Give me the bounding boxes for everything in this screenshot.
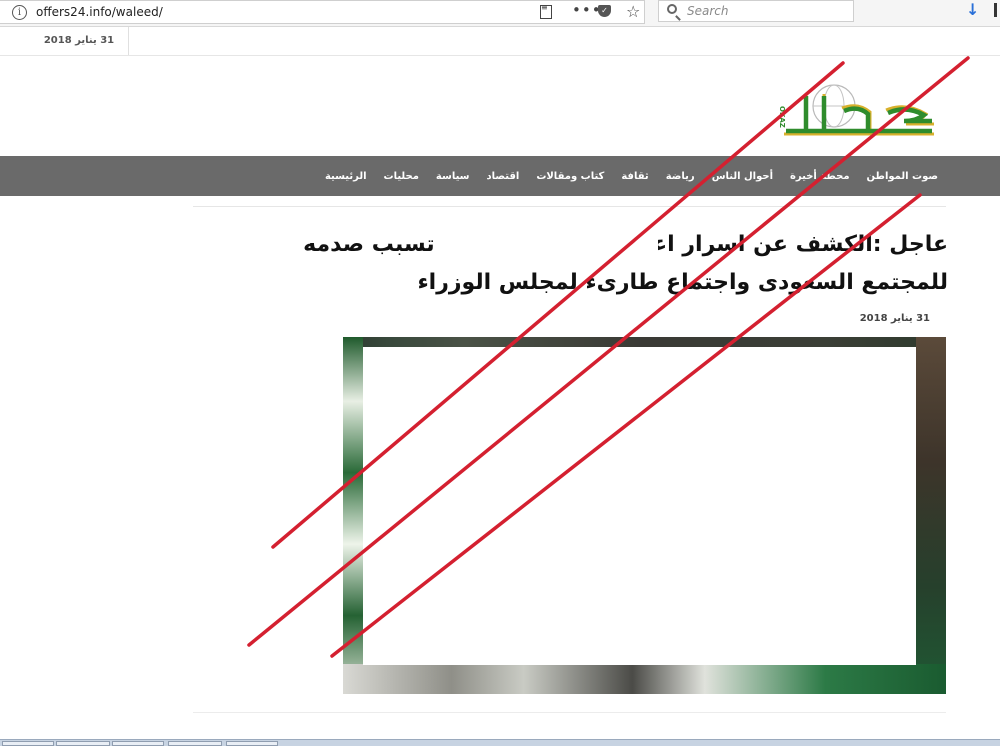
nav-item-people[interactable]: أحوال الناس [712,171,773,182]
nav-item-politics[interactable]: سياسة [436,171,470,182]
pocket-icon[interactable]: ✓ [598,5,611,17]
nav-item-last-stop[interactable]: محطة أخيرة [790,171,850,182]
taskbar-button[interactable] [112,741,164,746]
info-icon[interactable]: i [12,5,27,20]
okaz-logo-graphic: OKAZ [778,84,934,136]
url-text[interactable]: offers24.info/waleed/ [36,5,163,19]
divider [193,206,946,207]
logo-okaz-text: OKAZ [778,106,786,128]
taskbar-button[interactable] [226,741,278,746]
top-strip: 31 يناير 2018 [0,27,1000,56]
taskbar-button[interactable] [56,741,110,746]
divider [193,712,946,713]
nav-item-home[interactable]: الرئيسية [325,171,367,182]
reader-view-icon[interactable]: ≡ [540,4,552,19]
taskbar-button[interactable] [2,741,54,746]
site-logo[interactable]: OKAZ [776,84,942,142]
image-right-edge [916,337,946,694]
headline-redaction [520,228,658,260]
taskbar-button[interactable] [168,741,222,746]
image-left-edge [343,337,363,694]
image-redaction [363,347,916,665]
nav-item-sports[interactable]: رياضة [666,171,695,182]
nav-list: الرئيسية محليات سياسة اقتصاد كتاب ومقالا… [325,156,938,196]
article-image [343,337,946,694]
download-icon[interactable]: ↓ [966,0,979,19]
search-placeholder: Search [687,4,729,18]
main-nav: الرئيسية محليات سياسة اقتصاد كتاب ومقالا… [0,156,1000,196]
library-icon[interactable] [994,3,997,17]
nav-item-writers[interactable]: كتاب ومقالات [536,171,604,182]
address-bar[interactable]: i offers24.info/waleed/ ≡ ••• ✓ ☆ [0,0,645,24]
header-date: 31 يناير 2018 [30,27,129,55]
star-icon[interactable]: ☆ [626,2,640,21]
nav-item-citizen-voice[interactable]: صوت المواطن [867,171,938,182]
image-bottom-edge [343,664,946,694]
nav-item-culture[interactable]: ثقافة [621,171,648,182]
article-date: 31 يناير 2018 [859,313,930,324]
search-input[interactable]: Search [658,0,854,22]
search-icon [667,4,677,14]
nav-item-local[interactable]: محليات [384,171,419,182]
browser-toolbar: i offers24.info/waleed/ ≡ ••• ✓ ☆ Search… [0,0,1000,27]
nav-item-economy[interactable]: اقتصاد [487,171,520,182]
